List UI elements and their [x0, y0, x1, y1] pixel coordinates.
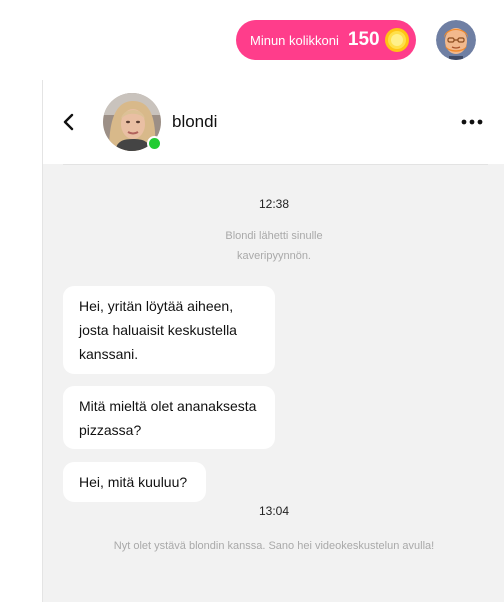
friend-request-notice: Blondi lähetti sinulle kaveripyynnön. [225, 230, 323, 262]
message-text: Hei, mitä kuuluu? [79, 474, 188, 490]
coin-balance: 150 [347, 29, 380, 50]
message-text: Mitä mieltä olet ananaksesta pizzassa? [79, 398, 257, 438]
user-avatar[interactable] [436, 20, 476, 60]
more-options-icon[interactable] [460, 112, 484, 132]
my-coins-label: Minun kolikkoni [250, 32, 339, 48]
coin-icon [385, 28, 409, 52]
message-text: Hei, yritän löytää aiheen, josta haluais… [79, 298, 237, 362]
incoming-message-bubble: Mitä mieltä olet ananaksesta pizzassa? [63, 386, 275, 449]
chat-panel: blondi 12:38 Blondi lähetti sinulle kave… [42, 80, 504, 602]
incoming-message-bubble: Hei, mitä kuuluu? [63, 462, 206, 502]
header-divider [63, 164, 488, 165]
online-status-dot [147, 136, 162, 151]
contact-name[interactable]: blondi [172, 112, 217, 132]
my-coins-button[interactable]: Minun kolikkoni 150 [236, 20, 416, 60]
message-timestamp: 13:04 [258, 504, 290, 518]
message-timestamp: 12:38 [258, 197, 290, 211]
user-avatar-icon [436, 20, 476, 60]
incoming-message-bubble: Hei, yritän löytää aiheen, josta haluais… [63, 286, 275, 374]
now-friends-notice: Nyt olet ystävä blondin kanssa. Sano hei… [113, 540, 435, 552]
back-arrow-icon[interactable] [57, 110, 81, 134]
chat-header: blondi [43, 80, 504, 164]
